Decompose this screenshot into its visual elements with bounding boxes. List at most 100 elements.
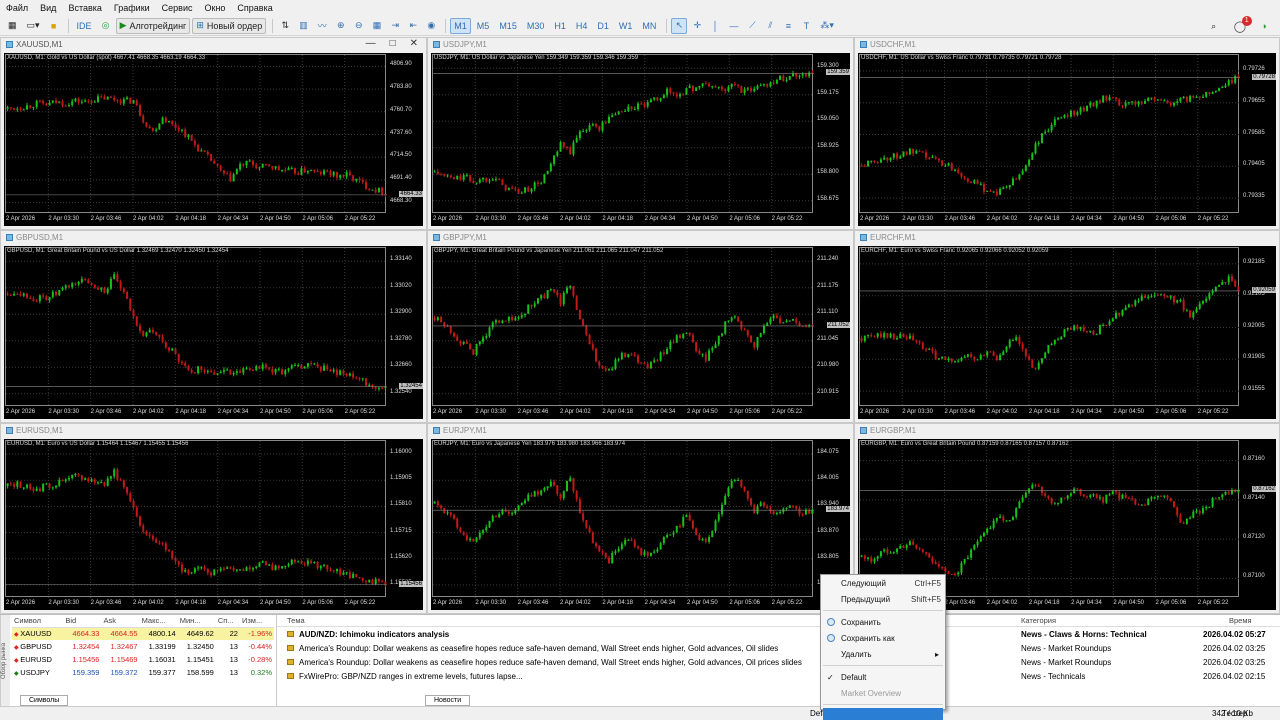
zoom-in-icon[interactable]: ⊕ [333,18,349,34]
plot-area[interactable] [859,54,1240,214]
col-spread[interactable]: Сп... [215,615,240,628]
channel-icon[interactable]: ⫽ [762,18,778,34]
plot-area[interactable] [432,440,814,598]
chart-titlebar[interactable]: GBPUSD,M1 [1,231,426,244]
chart-titlebar[interactable]: USDCHF,M1 [855,38,1279,51]
col-change[interactable]: Изм... [239,615,274,628]
chart-canvas[interactable]: EURUSD, M1: Euro vs US Dollar 1.15464 1.… [4,439,423,610]
plot-area[interactable] [5,440,387,598]
chart-window-gbpjpy[interactable]: GBPJPY,M1 GBPJPY, M1: Great Britain Pound… [427,230,854,423]
plot-area[interactable] [5,247,387,407]
market-watch-row[interactable]: ◆ EURUSD 1.15456 1.15469 1.16031 1.15451 13 -0… [12,653,274,666]
timeframe-mn[interactable]: MN [638,18,660,34]
account-icon[interactable]: ◑ [1256,18,1272,34]
col-ask[interactable]: Ask [101,615,140,628]
col-bid[interactable]: Bid [63,615,102,628]
chart-window-xauusd[interactable]: XAUUSD,M1 — □ ✕ XAUUSD, M1: Gold vs US Dolla… [0,37,427,230]
maximize-icon[interactable]: □ [390,38,396,49]
timeframe-m5[interactable]: M5 [473,18,494,34]
fibonacci-icon[interactable]: ≡ [780,18,796,34]
menu-file[interactable]: Файл [6,3,28,13]
plot-area[interactable] [859,247,1240,407]
chart-canvas[interactable]: GBPJPY, M1: Great Britain Pound vs Japan… [431,246,850,419]
menu-help[interactable]: Справка [237,3,272,13]
chart-canvas[interactable]: GBPUSD, M1: Great Britain Pound vs US Do… [4,246,423,419]
new-order-button[interactable]: ⊞ Новый ордер [192,17,267,34]
trade-arrows-icon[interactable]: ⇅ [277,18,293,34]
news-col-category[interactable]: Категория [1021,616,1056,625]
new-chart-icon[interactable]: ▦ [4,18,21,34]
chart-window-usdjpy[interactable]: USDJPY,M1 USDJPY, M1: US Dollar vs Japane… [427,37,854,230]
timeframe-w1[interactable]: W1 [615,18,637,34]
community-icon[interactable]: ◎ [98,18,114,34]
chart-shift-icon[interactable]: ⇤ [405,18,421,34]
chart-window-eurchf[interactable]: EURCHF,M1 EURCHF, M1: Euro vs Swiss Franc… [854,230,1280,423]
chart-canvas[interactable]: EURJPY, M1: Euro vs Japanese Yen 183.976… [431,439,850,610]
plot-area[interactable] [432,54,814,214]
line-chart-icon[interactable]: 〰 [314,18,331,34]
chart-canvas[interactable]: XAUUSD, M1: Gold vs US Dollar (spot) 466… [4,53,423,226]
close-icon[interactable]: ✕ [410,38,418,49]
chart-titlebar[interactable]: EURCHF,M1 [855,231,1279,244]
tile-windows-icon[interactable]: ▦ [369,18,386,34]
news-row[interactable]: America's Roundup: Dollar weakens as cea… [277,655,1280,669]
chart-window-usdchf[interactable]: USDCHF,M1 USDCHF, M1: US Dollar vs Swiss … [854,37,1280,230]
crosshair-icon[interactable]: ✛ [689,18,705,34]
market-watch-row[interactable]: ◆ GBPUSD 1.32454 1.32467 1.33199 1.32450 13 -0… [12,640,274,653]
notifications-icon[interactable]: ◯ 1 [1234,15,1252,33]
timeframe-m15[interactable]: M15 [495,18,521,34]
ide-button[interactable]: IDE [73,18,96,34]
timeframe-h1[interactable]: H1 [550,18,570,34]
chart-window-gbpusd[interactable]: GBPUSD,M1 GBPUSD, M1: Great Britain Pound… [0,230,427,423]
context-menu-item[interactable]: Удалить ▸ [821,646,945,662]
chart-titlebar[interactable]: USDJPY,M1 [428,38,853,51]
chart-window-eurusd[interactable]: EURUSD,M1 EURUSD, M1: Euro vs US Dollar 1… [0,423,427,614]
search-icon[interactable]: ⌕ [1206,18,1222,34]
algo-trading-button[interactable]: ▶ Алготрейдинг [115,17,191,34]
menu-insert[interactable]: Вставка [68,3,101,13]
screenshot-icon[interactable]: ◉ [423,18,439,34]
shapes-icon[interactable]: ⁂▾ [816,18,838,34]
news-col-topic[interactable]: Тема [287,616,305,625]
menu-view[interactable]: Вид [40,3,56,13]
news-row[interactable]: FxWirePro: GBP/NZD ranges in extreme lev… [277,669,1280,683]
chart-titlebar[interactable]: EURJPY,M1 [428,424,853,437]
timeframe-d1[interactable]: D1 [593,18,613,34]
chart-canvas[interactable]: USDCHF, M1: US Dollar vs Swiss Franc 0.7… [858,53,1276,226]
news-row[interactable]: AUD/NZD: Ichimoku indicators analysis New… [277,627,1280,641]
context-menu-item[interactable]: ✓ Default [821,669,945,685]
chart-canvas[interactable]: EURCHF, M1: Euro vs Swiss Franc 0.92065 … [858,246,1276,419]
chart-titlebar[interactable]: EURUSD,M1 [1,424,426,437]
plot-area[interactable] [432,247,814,407]
tab-news[interactable]: Новости [425,695,471,706]
col-high[interactable]: Макс... [139,615,178,628]
horizontal-line-icon[interactable]: — [725,18,742,34]
market-watch-row[interactable]: ◆ XAUUSD 4664.33 4664.55 4800.14 4649.62 22 -1… [12,627,274,640]
text-icon[interactable]: T [798,18,814,34]
vertical-line-icon[interactable]: │ [707,18,723,34]
zoom-out-icon[interactable]: ⊖ [351,18,367,34]
context-menu-item[interactable]: Следующий Ctrl+F5 [821,575,945,591]
chart-canvas[interactable]: USDJPY, M1: US Dollar vs Japanese Yen 15… [431,53,850,226]
market-watch-icon[interactable]: ■ [46,18,62,34]
context-menu-item[interactable]: Сохранить как [821,630,945,646]
bars-chart-icon[interactable]: ▥ [295,18,312,34]
col-symbol[interactable]: Символ [12,615,64,628]
chart-titlebar[interactable]: XAUUSD,M1 — □ ✕ [1,38,426,51]
context-menu-item[interactable]: Предыдущий Shift+F5 [821,591,945,607]
trendline-icon[interactable]: ⟋ [744,18,760,34]
plot-area[interactable] [5,54,387,214]
cursor-icon[interactable]: ↖ [671,17,688,34]
context-menu-item[interactable]: Сохранить [821,614,945,630]
timeframe-h4[interactable]: H4 [572,18,592,34]
market-watch-row[interactable]: ◆ USDJPY 159.359 159.372 159.377 158.599 13 0.… [12,666,274,679]
news-row[interactable]: America's Roundup: Dollar weakens as cea… [277,641,1280,655]
chart-titlebar[interactable]: EURGBP,M1 [855,424,1279,437]
minimize-icon[interactable]: — [366,38,376,49]
timeframe-m30[interactable]: M30 [523,18,549,34]
profiles-icon[interactable]: ▭▾ [23,18,44,34]
context-menu-item[interactable]: Market Overview [821,685,945,701]
menu-tools[interactable]: Сервис [162,3,193,13]
timeframe-m1[interactable]: M1 [450,17,471,34]
menu-window[interactable]: Окно [205,3,226,13]
